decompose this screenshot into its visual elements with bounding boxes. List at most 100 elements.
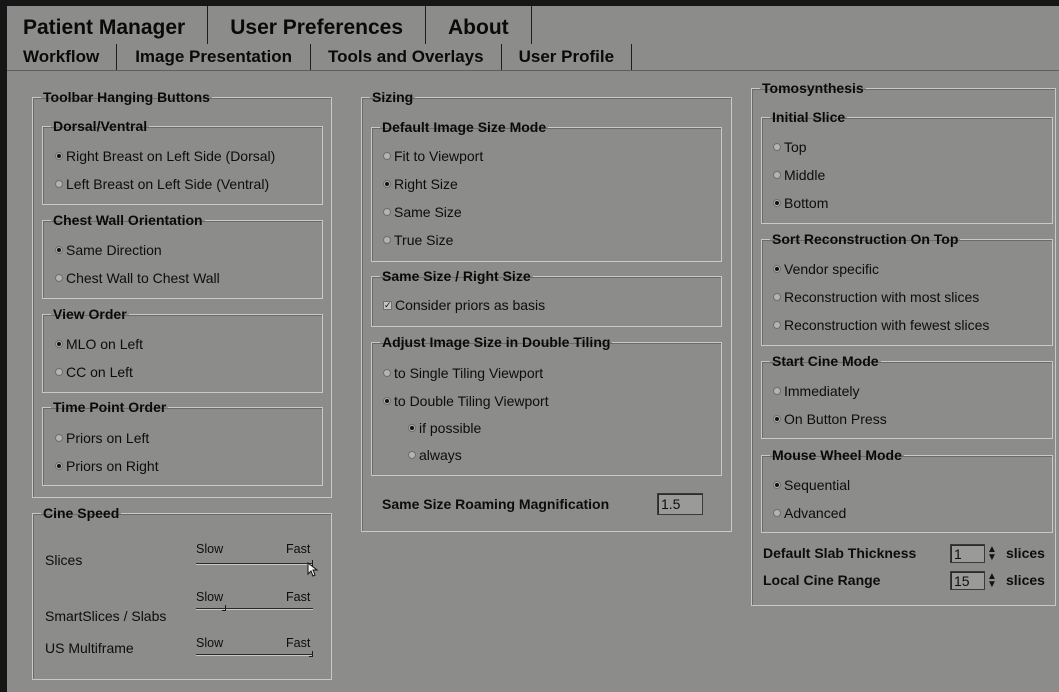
time-point-order-title: Time Point Order: [53, 399, 167, 415]
checkbox-consider-priors[interactable]: Consider priors as basis: [383, 297, 545, 313]
tab-tools-and-overlays[interactable]: Tools and Overlays: [311, 44, 502, 70]
local-cine-range-spinner-icon[interactable]: ▲ ▼: [986, 571, 998, 589]
radio-if-possible[interactable]: if possible: [408, 420, 481, 436]
radio-indicator[interactable]: [408, 451, 416, 459]
view-order-title: View Order: [53, 306, 127, 322]
radio-double-tiling-viewport[interactable]: to Double Tiling Viewport: [383, 393, 549, 409]
radio-mlo-on-left[interactable]: MLO on Left: [55, 336, 143, 352]
radio-right-breast-left-side[interactable]: Right Breast on Left Side (Dorsal): [55, 148, 275, 164]
smartslices-speed-label: SmartSlices / Slabs: [45, 608, 167, 624]
option-label: Priors on Left: [66, 430, 150, 446]
slab-thickness-unit: slices: [1006, 545, 1045, 561]
radio-indicator[interactable]: [773, 171, 781, 179]
radio-indicator[interactable]: [773, 321, 781, 329]
radio-indicator[interactable]: [383, 369, 391, 377]
slices-speed-slider[interactable]: [196, 563, 313, 565]
slices-slow-label: Slow: [196, 542, 224, 556]
spin-down-icon[interactable]: ▼: [987, 579, 997, 589]
radio-priors-on-right[interactable]: Priors on Right: [55, 458, 159, 474]
option-label: Advanced: [784, 505, 847, 521]
tab-user-profile[interactable]: User Profile: [502, 44, 633, 70]
smartslices-speed-slider[interactable]: [196, 608, 313, 610]
radio-indicator[interactable]: [55, 180, 63, 188]
slices-fast-label: Fast: [286, 542, 311, 556]
tab-user-preferences[interactable]: User Preferences: [208, 6, 426, 44]
radio-indicator[interactable]: [55, 246, 63, 254]
option-label: On Button Press: [784, 411, 887, 427]
left-border: [0, 0, 7, 692]
radio-vendor-specific[interactable]: Vendor specific: [773, 261, 879, 277]
radio-bottom[interactable]: Bottom: [773, 195, 828, 211]
radio-indicator[interactable]: [773, 481, 781, 489]
spin-down-icon[interactable]: ▼: [987, 552, 997, 562]
radio-advanced[interactable]: Advanced: [773, 505, 846, 521]
radio-sequential[interactable]: Sequential: [773, 477, 850, 493]
radio-indicator[interactable]: [773, 293, 781, 301]
us-multiframe-speed-slider-handle[interactable]: [309, 651, 313, 657]
option-label: Bottom: [784, 195, 829, 211]
radio-indicator[interactable]: [773, 199, 781, 207]
double-tiling-title: Adjust Image Size in Double Tiling: [382, 334, 611, 350]
option-label: Vendor specific: [784, 261, 879, 277]
radio-indicator[interactable]: [55, 274, 63, 282]
radio-indicator[interactable]: [55, 368, 63, 376]
radio-middle[interactable]: Middle: [773, 167, 825, 183]
radio-indicator[interactable]: [383, 236, 391, 244]
radio-indicator[interactable]: [773, 265, 781, 273]
radio-indicator[interactable]: [383, 208, 391, 216]
initial-slice-title: Initial Slice: [772, 109, 846, 125]
radio-cc-on-left[interactable]: CC on Left: [55, 364, 133, 380]
slab-thickness-spinner-icon[interactable]: ▲ ▼: [986, 544, 998, 562]
primary-tab-bar: Patient Manager User Preferences About: [7, 6, 532, 44]
radio-indicator[interactable]: [773, 387, 781, 395]
radio-indicator[interactable]: [383, 152, 391, 160]
radio-indicator[interactable]: [383, 397, 391, 405]
tab-about[interactable]: About: [426, 6, 532, 44]
radio-most-slices[interactable]: Reconstruction with most slices: [773, 289, 979, 305]
option-label: Reconstruction with most slices: [784, 289, 980, 305]
radio-indicator[interactable]: [55, 462, 63, 470]
radio-indicator[interactable]: [383, 180, 391, 188]
smartslices-slow-label: Slow: [196, 590, 224, 604]
radio-same-direction[interactable]: Same Direction: [55, 242, 162, 258]
radio-immediately[interactable]: Immediately: [773, 383, 859, 399]
checkbox-indicator[interactable]: [383, 300, 392, 310]
radio-indicator[interactable]: [773, 415, 781, 423]
mouse-wheel-mode-title: Mouse Wheel Mode: [772, 447, 902, 463]
roaming-magnification-label: Same Size Roaming Magnification: [382, 496, 610, 512]
option-label: True Size: [394, 232, 454, 248]
slab-thickness-label: Default Slab Thickness: [763, 545, 917, 561]
cine-speed-title: Cine Speed: [43, 505, 120, 521]
tab-image-presentation[interactable]: Image Presentation: [117, 44, 312, 70]
roaming-magnification-input[interactable]: 1.5: [657, 493, 703, 515]
tab-workflow[interactable]: Workflow: [7, 44, 118, 70]
radio-right-size[interactable]: Right Size: [383, 176, 458, 192]
radio-true-size[interactable]: True Size: [383, 232, 453, 248]
radio-indicator[interactable]: [55, 340, 63, 348]
us-multiframe-speed-slider[interactable]: [196, 654, 313, 656]
radio-fewest-slices[interactable]: Reconstruction with fewest slices: [773, 317, 989, 333]
radio-always[interactable]: always: [408, 447, 462, 463]
option-label: Fit to Viewport: [394, 148, 484, 164]
radio-chest-wall-to-chest-wall[interactable]: Chest Wall to Chest Wall: [55, 270, 220, 286]
radio-indicator[interactable]: [773, 143, 781, 151]
radio-fit-to-viewport[interactable]: Fit to Viewport: [383, 148, 483, 164]
option-label: if possible: [419, 420, 482, 436]
tab-patient-manager[interactable]: Patient Manager: [7, 6, 209, 44]
option-label: Top: [784, 139, 807, 155]
radio-left-breast-left-side[interactable]: Left Breast on Left Side (Ventral): [55, 176, 269, 192]
radio-same-size[interactable]: Same Size: [383, 204, 462, 220]
local-cine-range-input[interactable]: 15: [950, 571, 985, 590]
radio-indicator[interactable]: [408, 424, 416, 432]
option-label: Chest Wall to Chest Wall: [66, 270, 220, 286]
radio-top[interactable]: Top: [773, 139, 807, 155]
radio-priors-on-left[interactable]: Priors on Left: [55, 430, 149, 446]
smartslices-speed-slider-handle[interactable]: [222, 605, 226, 611]
radio-on-button-press[interactable]: On Button Press: [773, 411, 887, 427]
sizing-title: Sizing: [372, 89, 414, 105]
radio-single-tiling-viewport[interactable]: to Single Tiling Viewport: [383, 365, 543, 381]
radio-indicator[interactable]: [55, 152, 63, 160]
radio-indicator[interactable]: [55, 434, 63, 442]
radio-indicator[interactable]: [773, 509, 781, 517]
slab-thickness-input[interactable]: 1: [950, 544, 985, 563]
